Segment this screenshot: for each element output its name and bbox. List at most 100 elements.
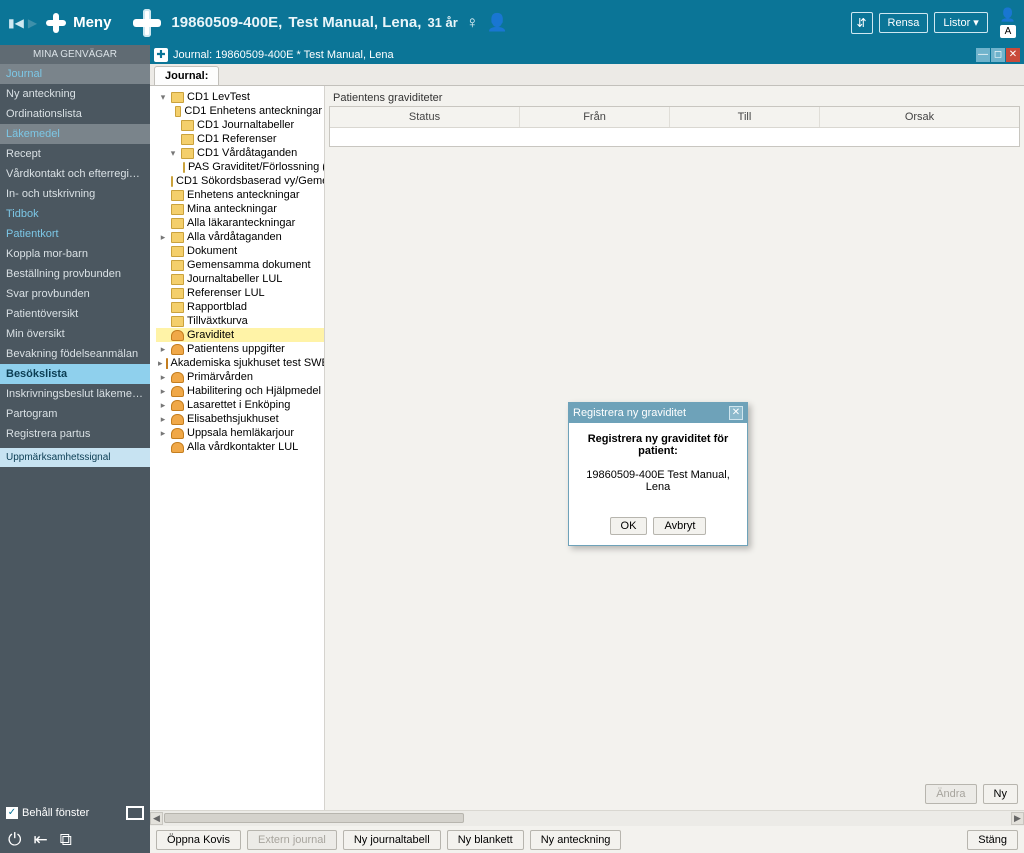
logout-icon[interactable]: ⇤ xyxy=(33,830,47,850)
expand-icon[interactable]: ▸ xyxy=(158,400,168,411)
tree-node[interactable]: ▸Habilitering och Hjälpmedel xyxy=(156,384,324,398)
mdi-close-icon[interactable]: ✕ xyxy=(1006,48,1020,62)
sidebar-item[interactable]: Bevakning födelseanmälan xyxy=(0,344,150,364)
menu-button[interactable]: Meny xyxy=(45,12,111,34)
sidebar-item[interactable]: Partogram xyxy=(0,404,150,424)
tree-node[interactable]: ▸Primärvården xyxy=(156,370,324,384)
dialog-cancel-button[interactable]: Avbryt xyxy=(653,517,706,535)
tree-node[interactable]: Alla vårdkontakter LUL xyxy=(156,440,324,454)
stang-button[interactable]: Stäng xyxy=(967,830,1018,850)
tree-hscrollbar[interactable]: ◀ ▶ xyxy=(150,810,1024,826)
ny-button[interactable]: Ny xyxy=(983,784,1018,804)
expand-icon[interactable]: ▸ xyxy=(158,428,168,439)
tree-node[interactable]: Referenser LUL xyxy=(156,286,324,300)
a-badge[interactable]: A xyxy=(1000,25,1016,38)
dialog-ok-button[interactable]: OK xyxy=(610,517,648,535)
tree-label: Referenser LUL xyxy=(187,287,265,299)
tree-node[interactable]: ▸Lasarettet i Enköping xyxy=(156,398,324,412)
tree-node[interactable]: ▸Uppsala hemläkarjour xyxy=(156,426,324,440)
scroll-thumb[interactable] xyxy=(164,813,464,823)
expand-icon[interactable]: ▾ xyxy=(168,148,178,159)
dialog-close-icon[interactable]: ✕ xyxy=(729,406,743,420)
expand-icon[interactable]: ▸ xyxy=(158,414,168,425)
tree-node[interactable]: CD1 Journaltabeller xyxy=(156,118,324,132)
dialog-titlebar[interactable]: Registrera ny graviditet ✕ xyxy=(569,403,747,423)
rensa-button[interactable]: Rensa xyxy=(879,13,929,33)
col-status[interactable]: Status xyxy=(330,107,520,127)
sidebar-item[interactable]: Recept xyxy=(0,144,150,164)
sidebar-item[interactable]: Inskrivningsbeslut läkemedel xyxy=(0,384,150,404)
sidebar-item[interactable]: Tidbok xyxy=(0,204,150,224)
listor-button[interactable]: Listor ▾ xyxy=(934,12,987,33)
tree-node[interactable]: Dokument xyxy=(156,244,324,258)
expand-icon[interactable]: ▸ xyxy=(158,358,163,369)
tree-node[interactable]: CD1 Referenser xyxy=(156,132,324,146)
expand-icon[interactable]: ▸ xyxy=(158,386,168,397)
tree-node[interactable]: ▸Patientens uppgifter xyxy=(156,342,324,356)
sidebar-item[interactable]: Min översikt xyxy=(0,324,150,344)
col-orsak[interactable]: Orsak xyxy=(820,107,1019,127)
tree-label: Elisabethsjukhuset xyxy=(187,413,279,425)
nav-back-icon[interactable]: ▮◀ xyxy=(8,16,24,30)
col-till[interactable]: Till xyxy=(670,107,820,127)
sidebar-item[interactable]: Registrera partus xyxy=(0,424,150,444)
tree-node[interactable]: CD1 Enhetens anteckningar xyxy=(156,104,324,118)
attention-signal-button[interactable]: Uppmärksamhetssignal xyxy=(0,448,150,467)
mdi-min-icon[interactable]: — xyxy=(976,48,990,62)
scroll-left-icon[interactable]: ◀ xyxy=(150,812,163,825)
dialog-line2: 19860509-400E Test Manual, Lena xyxy=(577,469,739,493)
keep-window-checkbox[interactable]: ✓ Behåll fönster xyxy=(6,807,89,819)
tree-label: Enhetens anteckningar xyxy=(187,189,300,201)
monitor-icon[interactable] xyxy=(126,806,144,820)
oppna-kovis-button[interactable]: Öppna Kovis xyxy=(156,830,241,850)
sidebar-item[interactable]: Läkemedel xyxy=(0,124,150,144)
tree-node[interactable]: Graviditet xyxy=(156,328,324,342)
tree-node[interactable]: ▸Akademiska sjukhuset test SWE-810 xyxy=(156,356,324,370)
tree-node[interactable]: ▸Alla vårdåtaganden xyxy=(156,230,324,244)
expand-icon[interactable]: ▸ xyxy=(158,344,168,355)
sidebar-item[interactable]: Vårdkontakt och efterregistrering xyxy=(0,164,150,184)
tree-node[interactable]: CD1 Sökordsbaserad vy/Gemensa xyxy=(156,174,324,188)
patient-name: Test Manual, Lena, xyxy=(288,14,421,31)
expand-icon[interactable]: ▸ xyxy=(158,372,168,383)
tree-node[interactable]: Mina anteckningar xyxy=(156,202,324,216)
sidebar-item[interactable]: Patientkort xyxy=(0,224,150,244)
expand-icon[interactable]: ▸ xyxy=(158,232,168,243)
mdi-max-icon[interactable]: ◻ xyxy=(991,48,1005,62)
tree-node[interactable]: Rapportblad xyxy=(156,300,324,314)
tree-node[interactable]: ▾ CD1 Vårdåtaganden xyxy=(156,146,324,160)
col-fran[interactable]: Från xyxy=(520,107,670,127)
sidebar-item[interactable]: Ordinationslista xyxy=(0,104,150,124)
dropdown-icon-button[interactable]: ⇵ xyxy=(851,12,873,34)
sidebar-item[interactable]: In- och utskrivning xyxy=(0,184,150,204)
sidebar-item[interactable]: Besökslista xyxy=(0,364,150,384)
ny-anteckning-button[interactable]: Ny anteckning xyxy=(530,830,622,850)
sidebar-item[interactable]: Patientöversikt xyxy=(0,304,150,324)
tree-node[interactable]: ▾CD1 LevTest xyxy=(156,90,324,104)
tree-node[interactable]: ▸ Elisabethsjukhuset xyxy=(156,412,324,426)
tree-node[interactable]: Tillväxtkurva xyxy=(156,314,324,328)
tab-journal[interactable]: Journal: xyxy=(154,66,219,85)
user-icon[interactable]: 👤 xyxy=(1000,7,1016,23)
sidebar-item[interactable]: Beställning provbunden xyxy=(0,264,150,284)
tree-node[interactable]: Journaltabeller LUL xyxy=(156,272,324,286)
tree-pane[interactable]: ▾CD1 LevTestCD1 Enhetens anteckningarCD1… xyxy=(150,86,325,810)
ny-journaltabell-button[interactable]: Ny journaltabell xyxy=(343,830,441,850)
scroll-right-icon[interactable]: ▶ xyxy=(1011,812,1024,825)
ny-blankett-button[interactable]: Ny blankett xyxy=(447,830,524,850)
expand-icon[interactable]: ▾ xyxy=(158,92,168,103)
windows-icon[interactable]: ⧉ xyxy=(60,830,72,850)
tree-node[interactable]: Alla läkaranteckningar xyxy=(156,216,324,230)
sidebar-item[interactable]: Journal xyxy=(0,64,150,84)
sidebar-item[interactable]: Svar provbunden xyxy=(0,284,150,304)
sidebar-item[interactable]: Ny anteckning xyxy=(0,84,150,104)
folder-icon xyxy=(171,302,184,313)
pregnancy-grid: Status Från Till Orsak xyxy=(329,106,1020,147)
tree-label: CD1 Vårdåtaganden xyxy=(197,147,297,159)
power-icon[interactable]: ⏻ xyxy=(8,830,21,850)
tree-node[interactable]: Enhetens anteckningar xyxy=(156,188,324,202)
tree-node[interactable]: Gemensamma dokument xyxy=(156,258,324,272)
sidebar-item[interactable]: Koppla mor-barn xyxy=(0,244,150,264)
tree-node[interactable]: PAS Graviditet/Förlossning (201 xyxy=(156,160,324,174)
patient-id: 19860509-400E, xyxy=(171,14,282,31)
